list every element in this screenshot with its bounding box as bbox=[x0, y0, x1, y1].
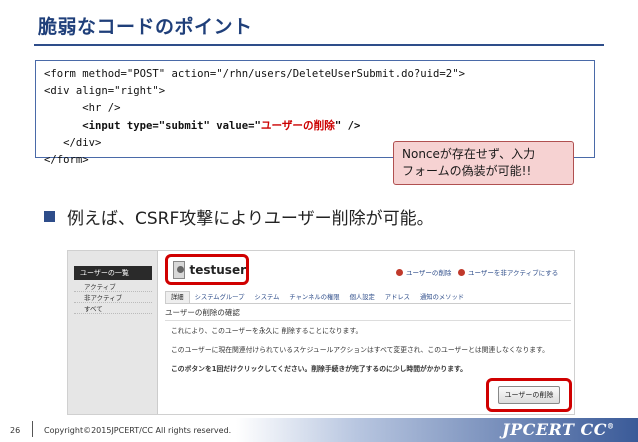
callout-line: Nonceが存在せず、入力 bbox=[402, 147, 536, 161]
warning-callout: Nonceが存在せず、入力 フォームの偽装が可能!! bbox=[393, 141, 574, 185]
delete-icon bbox=[396, 268, 403, 276]
user-name: testuser bbox=[189, 262, 247, 277]
delete-button-highlight: ユーザーの削除 bbox=[486, 378, 572, 412]
description-line: このユーザーに現在関連付けられているスケジュールアクションはすべて変更され、この… bbox=[171, 346, 549, 354]
tab-system-groups[interactable]: システムグループ bbox=[190, 292, 250, 303]
code-line: <hr /> bbox=[44, 102, 121, 115]
description-line: これにより、このユーザーを永久に 削除することになります。 bbox=[171, 327, 363, 335]
tabs-bar: 詳細 システムグループ システム チャンネルの権限 個人設定 アドレス 通知のメ… bbox=[165, 291, 571, 304]
bullet-point: 例えば、CSRF攻撃によりユーザー削除が可能。 bbox=[44, 204, 434, 229]
bullet-square-icon bbox=[44, 211, 55, 222]
copyright-text: Copyright©2015JPCERT/CC All rights reser… bbox=[44, 426, 232, 435]
section-title: ユーザーの削除の確認 bbox=[165, 307, 571, 321]
deactivate-icon bbox=[458, 268, 465, 276]
embedded-screenshot: ユーザーの一覧 アクティブ 非アクティブ すべて testuser ユーザーの削… bbox=[67, 250, 575, 415]
title-divider bbox=[34, 44, 604, 46]
screenshot-main: testuser ユーザーの削除 ユーザーを非アクティブにする 詳細 システムグ… bbox=[158, 251, 574, 414]
sidebar-item-active[interactable]: アクティブ bbox=[74, 282, 152, 292]
user-highlight-box: testuser bbox=[165, 254, 249, 285]
bullet-text: 例えば、CSRF攻撃によりユーザー削除が可能。 bbox=[67, 209, 434, 229]
deactivate-user-link[interactable]: ユーザーを非アクティブにする bbox=[458, 267, 558, 277]
tab-systems[interactable]: システム bbox=[249, 292, 284, 303]
tab-notification-methods[interactable]: 通知のメソッド bbox=[415, 292, 469, 303]
sidebar-item-inactive[interactable]: 非アクティブ bbox=[74, 293, 152, 303]
code-line: <form method="POST" action="/rhn/users/D… bbox=[44, 68, 465, 80]
delete-user-button[interactable]: ユーザーの削除 bbox=[497, 386, 561, 404]
sidebar-header: ユーザーの一覧 bbox=[74, 266, 152, 280]
tab-channel-permissions[interactable]: チャンネルの権限 bbox=[284, 292, 344, 303]
tab-details[interactable]: 詳細 bbox=[165, 291, 190, 303]
code-line: <div align="right"> bbox=[44, 85, 166, 98]
screenshot-sidebar: ユーザーの一覧 アクティブ 非アクティブ すべて bbox=[68, 251, 158, 414]
code-input-suffix: " /> bbox=[334, 119, 361, 132]
code-input-prefix: <input type="submit" value=" bbox=[44, 119, 261, 132]
sidebar-item-all[interactable]: すべて bbox=[74, 304, 152, 314]
description-line: このボタンを1回だけクリックしてください。削除手続きが完了するのに少し時間がかか… bbox=[171, 365, 467, 373]
code-line-input: <input type="submit" value="ユーザーの削除" /> bbox=[44, 118, 586, 135]
delete-user-link[interactable]: ユーザーの削除 bbox=[396, 267, 451, 277]
jpcert-logo: JPCERT CC® bbox=[502, 420, 615, 439]
slide-title: 脆弱なコードのポイント bbox=[38, 16, 253, 38]
user-icon bbox=[173, 260, 185, 279]
tab-preferences[interactable]: 個人設定 bbox=[345, 292, 380, 303]
page-number: 26 bbox=[10, 426, 21, 435]
callout-line: フォームの偽装が可能!! bbox=[402, 164, 532, 178]
tab-addresses[interactable]: アドレス bbox=[380, 292, 415, 303]
code-input-value: ユーザーの削除 bbox=[260, 119, 335, 132]
footer-divider bbox=[32, 421, 33, 437]
